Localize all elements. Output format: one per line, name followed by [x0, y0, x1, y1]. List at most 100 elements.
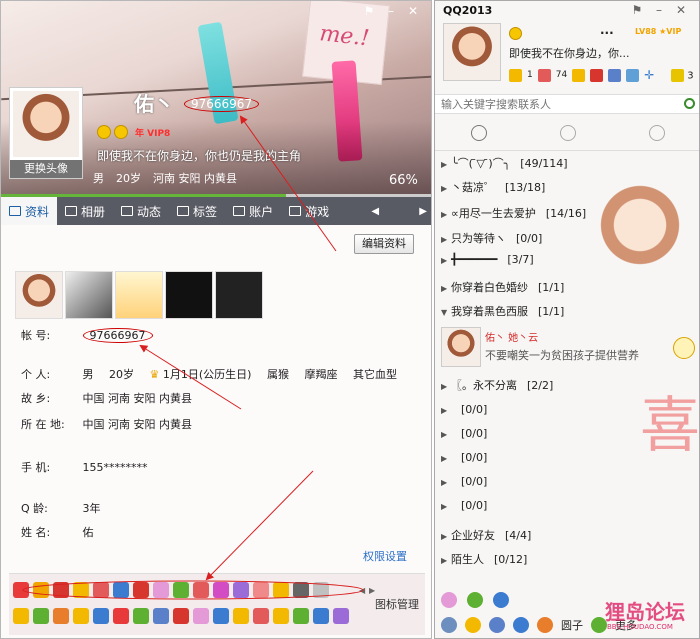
contact-group[interactable]: ▶ ╰⌒( ̄▽ ̄)⌒╮ [49/114] [441, 155, 568, 171]
contact-group[interactable]: ▶ [0/0] [441, 451, 487, 464]
badge-icon[interactable] [293, 582, 309, 598]
contact-group[interactable]: ▶ [0/0] [441, 475, 487, 488]
badge-icon[interactable] [233, 582, 249, 598]
photo-thumb[interactable] [15, 271, 63, 319]
contact-group[interactable]: ▶ [0/0] [441, 499, 487, 512]
app-icon[interactable] [467, 592, 483, 608]
badge-manage-button[interactable]: 图标管理 [375, 596, 419, 612]
my-avatar[interactable] [443, 23, 501, 81]
badge-icon[interactable] [13, 608, 29, 624]
badge-icon[interactable] [73, 608, 89, 624]
badge-icon[interactable] [273, 582, 289, 598]
online-status-icon[interactable] [509, 27, 522, 40]
skin-icon[interactable]: ⚑ [629, 3, 645, 17]
messages-icon[interactable] [489, 617, 505, 633]
photo-thumb[interactable] [65, 271, 113, 319]
badge-icon[interactable] [153, 582, 169, 598]
badge-icon[interactable] [333, 608, 349, 624]
contact-group[interactable]: ▶ ∝用尽一生去爱护 [14/16] [441, 205, 586, 221]
circle-label[interactable]: 圆子 [561, 617, 583, 633]
badge-icon[interactable] [33, 582, 49, 598]
minimize-icon[interactable]: – [383, 4, 399, 18]
wallet-icon[interactable] [572, 68, 586, 82]
badge-icon[interactable] [133, 608, 149, 624]
close-icon[interactable]: ✕ [405, 4, 421, 18]
badge-icon[interactable] [233, 608, 249, 624]
badge-icon[interactable] [173, 608, 189, 624]
penguin-icon[interactable] [608, 68, 622, 82]
badge-icon[interactable] [113, 608, 129, 624]
search-input[interactable] [441, 97, 671, 112]
badge-icon[interactable] [213, 582, 229, 598]
contact-group[interactable]: ▶ [0/0] [441, 427, 487, 440]
permission-settings-link[interactable]: 权限设置 [363, 548, 407, 564]
badge-icon[interactable] [93, 608, 109, 624]
badge-icon[interactable] [253, 582, 269, 598]
contact-group[interactable]: ▶ 陌生人 [0/12] [441, 551, 527, 567]
tab-groups[interactable] [524, 115, 613, 150]
photo-thumb[interactable] [215, 271, 263, 319]
edit-profile-button[interactable]: 编辑资料 [354, 234, 414, 254]
contact-item[interactable]: 佑丶 她丶云 不要嘲笑一为贫困孩子提供营养 [441, 327, 697, 371]
badge-icon[interactable] [193, 582, 209, 598]
tab-recent[interactable] [612, 115, 699, 150]
tab-contacts[interactable] [435, 115, 524, 150]
tab-profile[interactable]: 资料 [1, 197, 58, 225]
skin-icon[interactable]: ⚑ [361, 4, 377, 18]
mail-icon[interactable] [537, 68, 551, 82]
apps-grid-icon[interactable] [671, 69, 684, 82]
badge-icon[interactable] [13, 582, 29, 598]
contact-group[interactable]: ▶ [0/0] [441, 403, 487, 416]
badge-icon[interactable] [73, 582, 89, 598]
tab-feed[interactable]: 动态 [113, 197, 169, 225]
game-icon[interactable] [590, 68, 604, 82]
level-badge[interactable]: LV88 ★VIP [635, 27, 681, 36]
contact-group[interactable]: ▶ 〖。永不分离 [2/2] [441, 377, 553, 393]
contact-group[interactable]: ▶ 企业好友 [4/4] [441, 527, 531, 543]
circle-icon[interactable] [537, 617, 553, 633]
minimize-icon[interactable]: – [651, 3, 667, 17]
tabs-scroll-left-icon[interactable]: ◀ [365, 197, 385, 225]
photo-thumb[interactable] [115, 271, 163, 319]
security-icon[interactable] [513, 617, 529, 633]
add-icon[interactable]: ✛ [644, 68, 654, 82]
status-menu[interactable]: ... [600, 23, 614, 37]
app-icon[interactable] [626, 68, 640, 82]
my-signature[interactable]: 即使我不在你身边，你... [509, 45, 630, 61]
badge-icon[interactable] [53, 608, 69, 624]
contact-group[interactable]: ▶ 只为等待ヽ [0/0] [441, 230, 542, 246]
settings-icon[interactable] [465, 617, 481, 633]
contact-group[interactable]: ▼ 我穿着黑色西服 [1/1] [441, 303, 564, 319]
badge-icon[interactable] [293, 608, 309, 624]
contact-group[interactable]: ▶ ╋━━━━━━ [3/7] [441, 253, 534, 266]
tabs-scroll-right-icon[interactable]: ▶ [413, 197, 431, 225]
badge-icon[interactable] [93, 582, 109, 598]
profile-avatar[interactable]: 更换头像 [9, 87, 83, 179]
vip-badge[interactable]: 年 VIP8 [135, 126, 170, 139]
search-icon[interactable] [684, 98, 695, 109]
badge-icon[interactable] [253, 608, 269, 624]
contact-group[interactable]: ▶ 丶菇凉゜ [13/18] [441, 179, 545, 195]
tab-album[interactable]: 相册 [57, 197, 113, 225]
badge-icon[interactable] [153, 608, 169, 624]
badge-scroll-right-icon[interactable]: ▶ [369, 586, 375, 595]
close-icon[interactable]: ✕ [673, 3, 689, 17]
star-icon[interactable] [509, 68, 522, 82]
badge-icon[interactable] [113, 582, 129, 598]
photo-thumb[interactable] [165, 271, 213, 319]
badge-icon[interactable] [213, 608, 229, 624]
badge-icon[interactable] [313, 582, 329, 598]
tab-account[interactable]: 账户 [225, 197, 281, 225]
tab-tags[interactable]: 标签 [169, 197, 225, 225]
badge-icon[interactable] [313, 608, 329, 624]
badge-icon[interactable] [173, 582, 189, 598]
badge-icon[interactable] [133, 582, 149, 598]
badge-icon[interactable] [273, 608, 289, 624]
badge-icon[interactable] [33, 608, 49, 624]
tab-games[interactable]: 游戏 [281, 197, 337, 225]
contact-group[interactable]: ▶ 你穿着白色婚纱 [1/1] [441, 279, 564, 295]
main-menu-icon[interactable] [441, 617, 457, 633]
badge-scroll-left-icon[interactable]: ◀ [359, 586, 365, 595]
app-icon[interactable] [441, 592, 457, 608]
app-icon[interactable] [493, 592, 509, 608]
